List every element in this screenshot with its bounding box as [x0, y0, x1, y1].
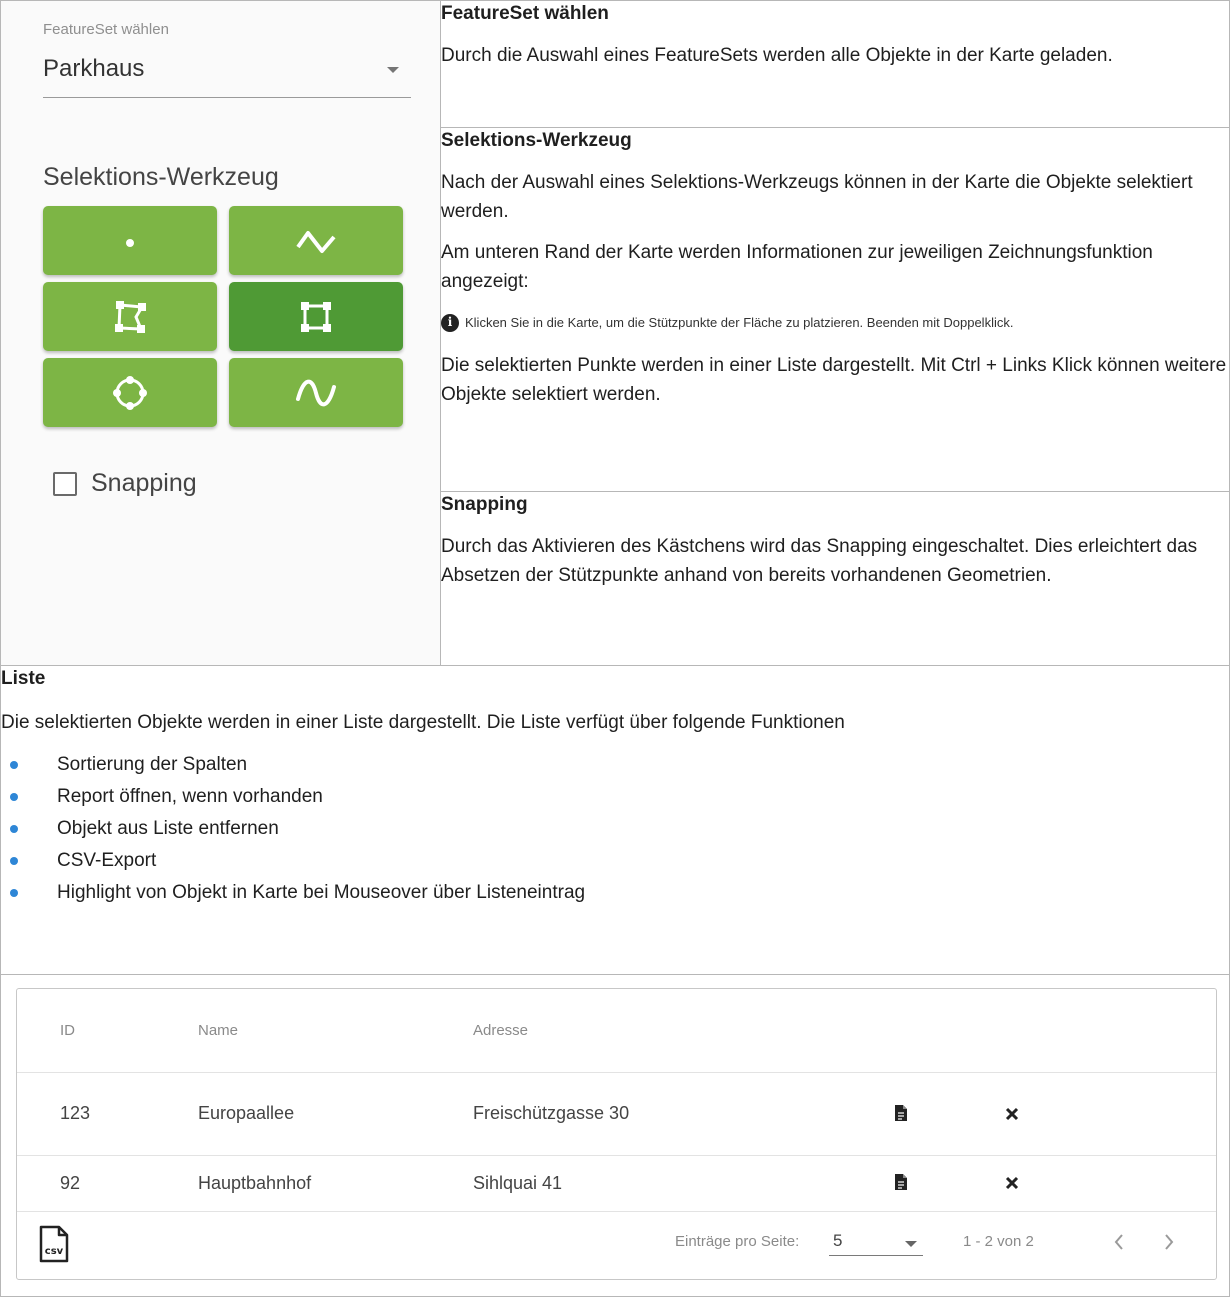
feature-list: Sortierung der Spalten Report öffnen, we…: [1, 749, 1229, 909]
freehand-icon: [296, 379, 336, 406]
report-icon[interactable]: [894, 1173, 908, 1191]
result-table: ID Name Adresse 123 Europaallee Freischü…: [16, 988, 1217, 1280]
polyline-icon: [296, 230, 336, 253]
column-header-name[interactable]: Name: [198, 989, 238, 1072]
bullet-icon: [10, 889, 18, 897]
table-row[interactable]: 92 Hauptbahnhof Sihlquai 41: [17, 1156, 1216, 1212]
dropdown-arrow-icon: [387, 67, 399, 73]
point-icon: [126, 238, 134, 247]
section-snapping: Snapping Durch das Aktivieren des Kästch…: [440, 491, 1230, 666]
list-item: Objekt aus Liste entfernen: [1, 813, 1229, 845]
remove-icon[interactable]: [1005, 1107, 1019, 1121]
drawing-hint: i Klicken Sie in die Karte, um die Stütz…: [441, 308, 1229, 337]
list-item: Sortierung der Spalten: [1, 749, 1229, 781]
tools-heading: Selektions-Werkzeug: [43, 163, 279, 191]
section-tool: Selektions-Werkzeug Nach der Auswahl ein…: [440, 127, 1230, 492]
dropdown-arrow-icon: [905, 1241, 917, 1247]
table-row[interactable]: 123 Europaallee Freischützgasse 30: [17, 1072, 1216, 1156]
bullet-icon: [10, 825, 18, 833]
chevron-right-icon: [1165, 1234, 1174, 1250]
liste-title: Liste: [1, 668, 46, 689]
point-tool-button[interactable]: [43, 206, 217, 275]
bullet-icon: [10, 793, 18, 801]
table-header: ID Name Adresse: [17, 989, 1216, 1073]
prev-page-button[interactable]: [1105, 1225, 1133, 1259]
featureset-value: Parkhaus: [43, 55, 145, 82]
featureset-label: FeatureSet wählen: [43, 21, 169, 38]
csv-export-icon[interactable]: csv: [39, 1225, 69, 1263]
chevron-left-icon: [1114, 1234, 1123, 1250]
rectangle-tool-button[interactable]: [229, 282, 403, 351]
info-icon: i: [441, 313, 459, 332]
tool-text-3: Die selektierten Punkte werden in einer …: [441, 355, 1227, 405]
tool-text-1: Nach der Auswahl eines Selektions-Werkze…: [441, 172, 1193, 222]
snapping-label: Snapping: [91, 469, 197, 497]
circle-tool-button[interactable]: [43, 358, 217, 427]
section-featureset: FeatureSet wählen Durch die Auswahl eine…: [440, 0, 1230, 128]
next-page-button[interactable]: [1155, 1225, 1183, 1259]
list-item: Report öffnen, wenn vorhanden: [1, 781, 1229, 813]
polygon-icon: [115, 300, 146, 333]
tool-title: Selektions-Werkzeug: [441, 130, 632, 151]
bullet-icon: [10, 857, 18, 865]
featureset-select[interactable]: Parkhaus: [43, 47, 411, 98]
polyline-tool-button[interactable]: [229, 206, 403, 275]
column-header-address[interactable]: Adresse: [473, 989, 528, 1072]
left-panel-cell: FeatureSet wählen Parkhaus Selektions-We…: [0, 0, 441, 666]
snapping-row[interactable]: Snapping: [53, 469, 197, 498]
freehand-tool-button[interactable]: [229, 358, 403, 427]
snapping-text: Durch das Aktivieren des Kästchens wird …: [441, 536, 1198, 586]
tool-text-2: Am unteren Rand der Karte werden Informa…: [441, 242, 1153, 292]
section-liste: Liste Die selektierten Objekte werden in…: [0, 665, 1230, 975]
remove-icon[interactable]: [1005, 1176, 1019, 1190]
report-icon[interactable]: [894, 1104, 908, 1122]
featureset-text: Durch die Auswahl eines FeatureSets werd…: [441, 45, 1113, 66]
featureset-title: FeatureSet wählen: [441, 3, 609, 24]
polygon-tool-button[interactable]: [43, 282, 217, 351]
list-item: CSV-Export: [1, 845, 1229, 877]
list-item: Highlight von Objekt in Karte bei Mouseo…: [1, 877, 1229, 909]
column-header-id[interactable]: ID: [60, 989, 75, 1072]
snapping-checkbox[interactable]: [53, 471, 77, 496]
left-panel: FeatureSet wählen Parkhaus Selektions-We…: [1, 1, 440, 665]
page-range: 1 - 2 von 2: [963, 1233, 1034, 1250]
rectangle-icon: [301, 301, 331, 332]
table-footer: csv Einträge pro Seite: 5 1 - 2 von 2: [17, 1211, 1216, 1279]
bullet-icon: [10, 761, 18, 769]
circle-icon: [113, 375, 147, 410]
csv-label: csv: [45, 1246, 64, 1257]
page-size-label: Einträge pro Seite:: [675, 1233, 800, 1250]
snapping-title: Snapping: [441, 494, 528, 515]
liste-intro: Die selektierten Objekte werden in einer…: [1, 712, 845, 733]
page-size-select[interactable]: 5: [829, 1229, 923, 1256]
page-size-value: 5: [833, 1231, 843, 1250]
drawing-hint-text: Klicken Sie in die Karte, um die Stützpu…: [465, 315, 1014, 330]
